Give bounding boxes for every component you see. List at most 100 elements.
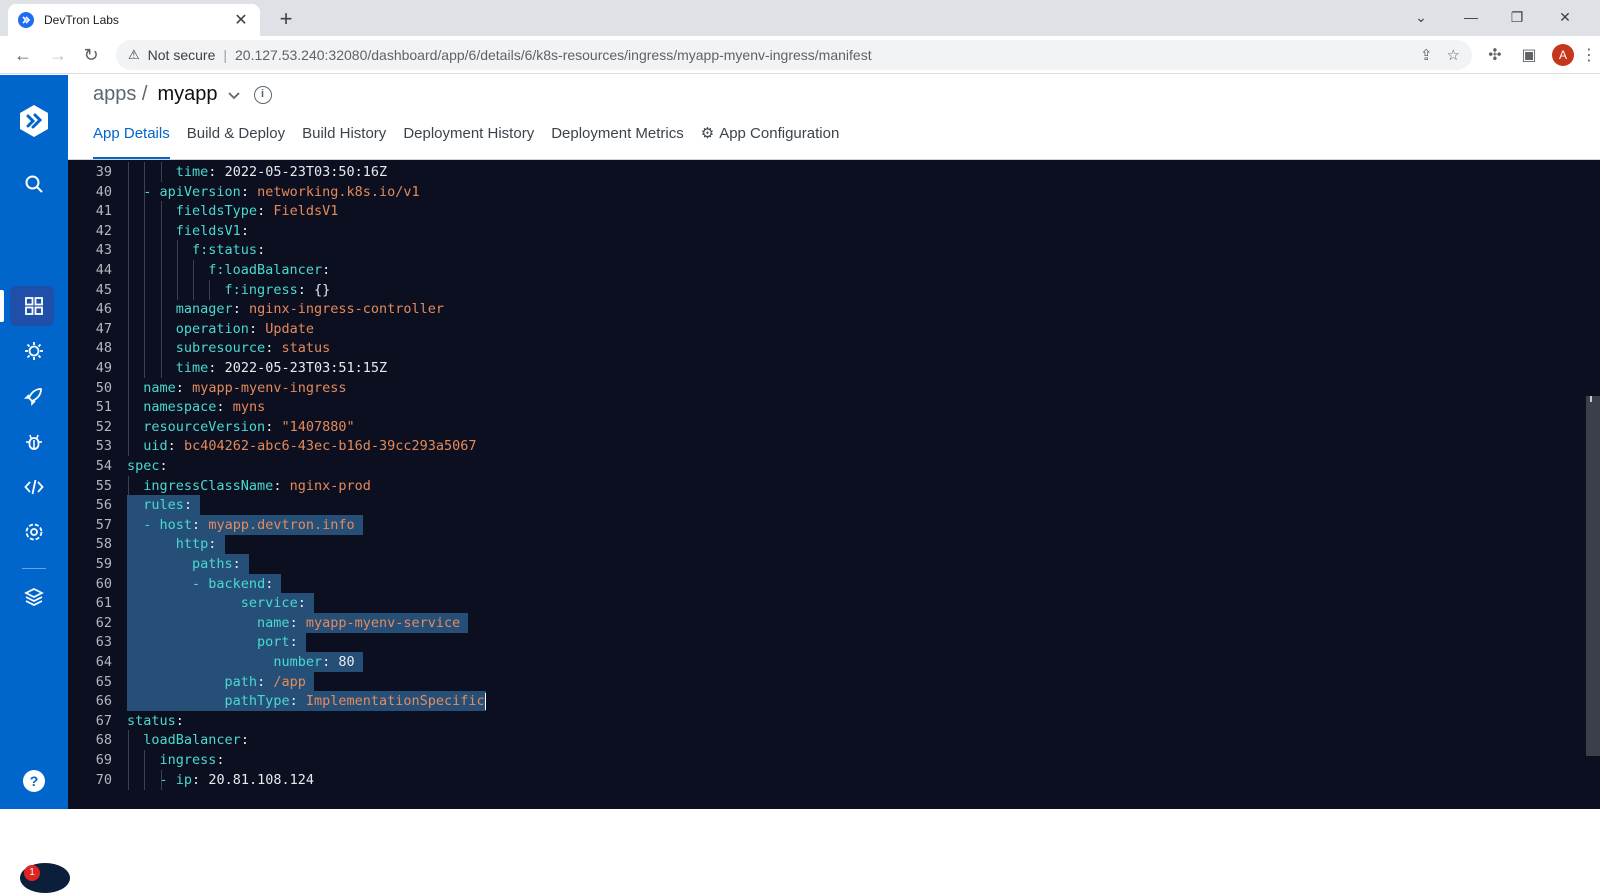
code-text[interactable]: time: 2022-05-23T03:50:16Z <box>127 162 387 182</box>
code-line[interactable]: 56 rules: <box>68 495 1568 516</box>
code-line[interactable]: 63 port: <box>68 632 1568 653</box>
code-text[interactable]: fieldsType: FieldsV1 <box>127 201 339 221</box>
code-text[interactable]: ingress: <box>127 750 225 770</box>
code-line[interactable]: 51 namespace: myns <box>68 397 1568 418</box>
extensions-icon[interactable]: ✣ <box>1484 45 1506 67</box>
side-panel-icon[interactable]: ▣ <box>1518 45 1540 67</box>
code-text[interactable]: uid: bc404262-abc6-43ec-b16d-39cc293a506… <box>127 436 476 456</box>
code-line[interactable]: 67 status: <box>68 711 1568 731</box>
chevron-down-icon[interactable] <box>227 87 240 103</box>
code-line[interactable]: 49 time: 2022-05-23T03:51:15Z <box>68 358 1568 378</box>
warning-icon[interactable]: ⚠ <box>128 47 140 63</box>
code-text[interactable]: http: <box>127 534 225 555</box>
not-secure-label[interactable]: Not secure <box>148 47 216 63</box>
code-text[interactable]: ingressClassName: nginx-prod <box>127 476 371 496</box>
code-text[interactable]: name: myapp-myenv-service <box>127 612 469 633</box>
code-line[interactable]: 60 - backend: <box>68 573 1568 594</box>
code-line[interactable]: 54 spec: <box>68 456 1568 476</box>
code-line[interactable]: 59 paths: <box>68 554 1568 574</box>
code-text[interactable]: resourceVersion: "1407880" <box>127 417 354 437</box>
browser-menu-icon[interactable]: ⋮ <box>1578 45 1600 67</box>
stack-manager-icon[interactable] <box>20 583 48 611</box>
devtron-logo-icon[interactable] <box>16 103 52 139</box>
info-icon[interactable]: i <box>253 85 272 104</box>
chart-store-icon[interactable] <box>20 337 48 365</box>
code-line[interactable]: 39 time: 2022-05-23T03:50:16Z <box>68 162 1568 182</box>
code-line[interactable]: 61 service: <box>68 593 1568 614</box>
minimize-icon[interactable]: — <box>1448 4 1494 30</box>
code-line[interactable]: 44 f:loadBalancer: <box>68 260 1568 280</box>
user-avatar[interactable]: A <box>22 815 46 839</box>
code-text[interactable]: paths: <box>127 554 249 574</box>
code-text[interactable]: - backend: <box>127 573 282 594</box>
tab-build-deploy[interactable]: Build & Deploy <box>187 123 285 159</box>
code-line[interactable]: 43 f:status: <box>68 240 1568 261</box>
back-icon[interactable]: ← <box>10 42 36 68</box>
code-line[interactable]: 55 ingressClassName: nginx-prod <box>68 475 1568 496</box>
code-line[interactable]: 47 operation: Update <box>68 318 1568 339</box>
manifest-editor[interactable]: 39 time: 2022-05-23T03:50:16Z 40 - apiVer… <box>68 160 1600 809</box>
code-text[interactable]: manager: nginx-ingress-controller <box>127 299 444 319</box>
tab-close-icon[interactable]: ✕ <box>232 10 250 30</box>
global-settings-icon[interactable] <box>20 518 48 546</box>
code-text[interactable]: - ip: 20.81.108.124 <box>127 770 314 790</box>
code-text[interactable]: port: <box>127 632 306 653</box>
code-line[interactable]: 58 http: <box>68 534 1568 555</box>
omnibox[interactable]: ⚠ Not secure | 20.127.53.240:32080/dashb… <box>116 40 1472 70</box>
code-text[interactable]: status: <box>127 711 184 731</box>
code-text[interactable]: pathType: ImplementationSpecific <box>127 691 486 712</box>
help-icon[interactable]: ? <box>23 770 45 792</box>
close-window-icon[interactable]: ✕ <box>1542 4 1588 30</box>
forward-icon[interactable]: → <box>45 42 71 68</box>
code-text[interactable]: f:loadBalancer: <box>127 260 330 280</box>
code-text[interactable]: f:status: <box>127 240 265 260</box>
code-text[interactable]: loadBalancer: <box>127 730 249 750</box>
reload-icon[interactable]: ↻ <box>78 42 104 68</box>
code-text[interactable]: time: 2022-05-23T03:51:15Z <box>127 358 387 378</box>
bookmark-star-icon[interactable]: ☆ <box>1447 46 1460 64</box>
share-icon[interactable]: ⇪ <box>1420 46 1433 64</box>
code-line[interactable]: 45 f:ingress: {} <box>68 279 1568 300</box>
url-text[interactable]: 20.127.53.240:32080/dashboard/app/6/deta… <box>235 47 1406 63</box>
code-line[interactable]: 64 number: 80 <box>68 652 1568 672</box>
code-line[interactable]: 66 pathType: ImplementationSpecific <box>68 691 1568 712</box>
security-bug-icon[interactable] <box>20 428 48 456</box>
code-line[interactable]: 68 loadBalancer: <box>68 730 1568 751</box>
code-line[interactable]: 62 name: myapp-myenv-service <box>68 612 1568 633</box>
code-line[interactable]: 40 - apiVersion: networking.k8s.io/v1 <box>68 181 1568 202</box>
code-line[interactable]: 42 fieldsV1: <box>68 220 1568 241</box>
editor-scrollbar[interactable] <box>1586 396 1600 756</box>
code-line[interactable]: 69 ingress: <box>68 750 1568 770</box>
code-text[interactable]: - host: myapp.devtron.info <box>127 514 363 535</box>
code-line[interactable]: 65 path: /app <box>68 671 1568 692</box>
code-text[interactable]: operation: Update <box>127 319 314 339</box>
code-text[interactable]: number: 80 <box>127 652 363 672</box>
tab-deployment-metrics[interactable]: Deployment Metrics <box>551 123 684 159</box>
tab-app-configuration[interactable]: ⚙ App Configuration <box>701 123 840 159</box>
applications-grid-icon[interactable] <box>20 292 48 320</box>
code-text[interactable]: fieldsV1: <box>127 221 249 241</box>
code-text[interactable]: rules: <box>127 495 201 516</box>
code-line[interactable]: 41 fieldsType: FieldsV1 <box>68 201 1568 222</box>
code-line[interactable]: 70 - ip: 20.81.108.124 <box>68 769 1568 790</box>
code-line[interactable]: 50 name: myapp-myenv-ingress <box>68 377 1568 398</box>
app-name[interactable]: myapp <box>157 83 217 106</box>
code-text[interactable]: path: /app <box>127 671 314 692</box>
code-line[interactable]: 46 manager: nginx-ingress-controller <box>68 299 1568 320</box>
tab-app-details[interactable]: App Details <box>93 123 170 159</box>
tab-deployment-history[interactable]: Deployment History <box>403 123 534 159</box>
code-text[interactable]: - apiVersion: networking.k8s.io/v1 <box>127 182 419 202</box>
code-text[interactable]: f:ingress: {} <box>127 280 331 300</box>
code-line[interactable]: 48 subresource: status <box>68 338 1568 359</box>
code-text[interactable]: spec: <box>127 456 168 476</box>
breadcrumb-apps-link[interactable]: apps / <box>93 83 147 106</box>
code-icon[interactable] <box>20 473 48 501</box>
deployment-rocket-icon[interactable] <box>20 382 48 410</box>
new-tab-button[interactable]: + <box>273 6 299 32</box>
profile-avatar[interactable]: A <box>1552 44 1574 66</box>
code-line[interactable]: 53 uid: bc404262-abc6-43ec-b16d-39cc293a… <box>68 436 1568 457</box>
code-text[interactable]: subresource: status <box>127 338 330 358</box>
code-text[interactable]: name: myapp-myenv-ingress <box>127 378 346 398</box>
code-line[interactable]: 52 resourceVersion: "1407880" <box>68 416 1568 437</box>
restore-icon[interactable]: ❐ <box>1494 4 1540 30</box>
